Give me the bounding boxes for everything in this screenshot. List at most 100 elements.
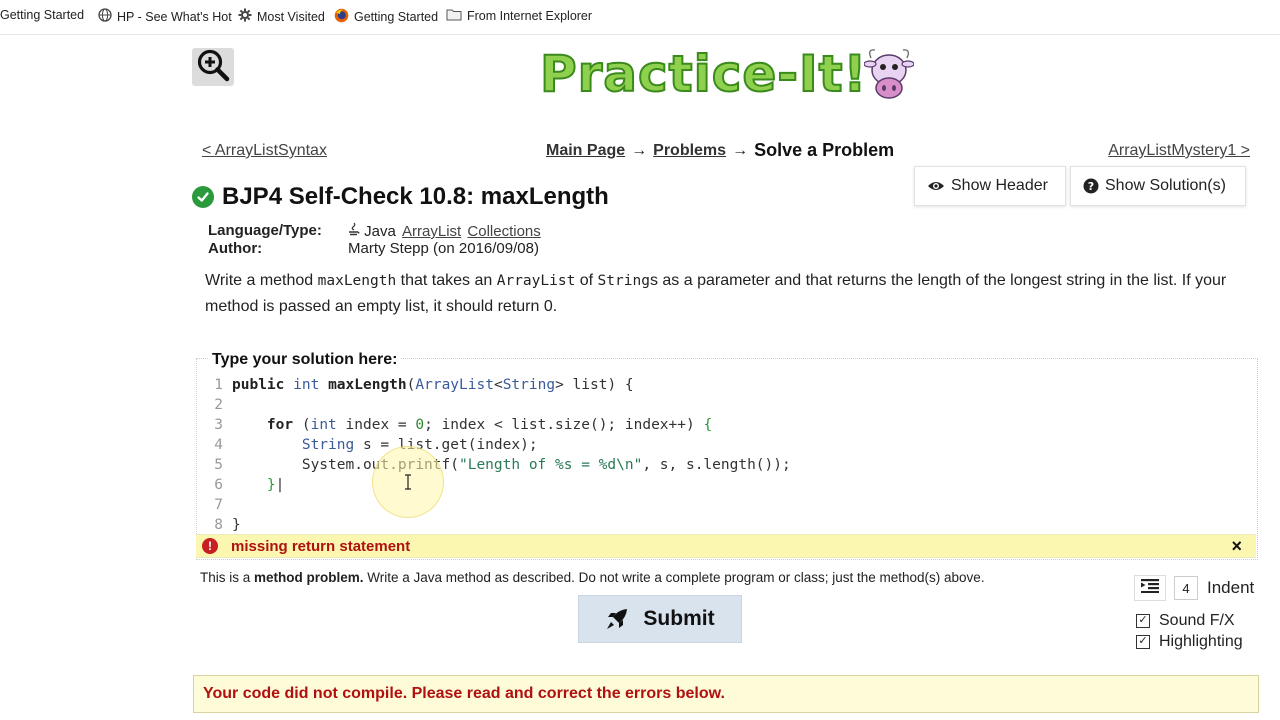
line-number: 3 bbox=[214, 417, 223, 433]
text-cursor-icon bbox=[404, 474, 412, 490]
language-name: Java bbox=[364, 223, 396, 240]
language-label: Language/Type: bbox=[208, 222, 322, 239]
show-header-label: Show Header bbox=[951, 177, 1048, 194]
submit-label: Submit bbox=[643, 607, 715, 630]
rocket-icon bbox=[605, 607, 629, 631]
code-text: String s = list.get(index); bbox=[301, 437, 538, 453]
problem-title: BJP4 Self-Check 10.8: maxLength bbox=[222, 183, 609, 210]
bookmark-label: Getting Started bbox=[354, 10, 439, 24]
problem-description: Write a method maxLength that takes an A… bbox=[205, 268, 1245, 320]
desc-text: that takes an bbox=[396, 272, 497, 289]
desc-code: String bbox=[597, 273, 650, 289]
bookmark-label: From Internet Explorer bbox=[467, 9, 593, 23]
solved-check-icon bbox=[192, 186, 214, 208]
firefox-icon bbox=[334, 8, 349, 26]
desc-text: Write a method bbox=[205, 272, 318, 289]
indent-label: Indent bbox=[1207, 578, 1255, 597]
bookmark-label: HP - See What's Hot bbox=[117, 9, 232, 24]
code-line[interactable]: 6 }| bbox=[197, 475, 1257, 495]
error-icon: ! bbox=[202, 538, 218, 554]
problem-title-row: BJP4 Self-Check 10.8: maxLength bbox=[192, 183, 609, 211]
bookmark-getting-started-2[interactable]: Getting Started bbox=[334, 8, 438, 26]
tag-collections-link[interactable]: Collections bbox=[467, 223, 540, 240]
compile-error-message: Your code did not compile. Please read a… bbox=[203, 685, 725, 702]
line-number: 7 bbox=[214, 497, 223, 513]
line-number: 5 bbox=[214, 457, 223, 473]
zoom-button[interactable] bbox=[192, 48, 234, 86]
line-number: 1 bbox=[214, 377, 223, 393]
bookmark-getting-started[interactable]: Getting Started bbox=[0, 8, 84, 22]
code-editor-panel: Type your solution here: 1 public int max… bbox=[196, 351, 1258, 560]
bookmarks-bar: Getting Started HP - See What's Hot Most… bbox=[0, 0, 1280, 35]
svg-text:?: ? bbox=[1088, 180, 1094, 193]
line-number: 8 bbox=[214, 517, 223, 533]
code-text: }| bbox=[266, 477, 285, 493]
code-text: for (int index = 0; index < list.size();… bbox=[266, 417, 713, 433]
code-text: public int maxLength(ArrayList<String> l… bbox=[232, 377, 634, 393]
next-problem-link[interactable]: ArrayListMystery1 > bbox=[1108, 142, 1250, 160]
error-bar: ! missing return statement × bbox=[196, 534, 1256, 558]
code-editor[interactable]: 1 public int maxLength(ArrayList<String> … bbox=[197, 375, 1257, 535]
bookmark-label: Most Visited bbox=[257, 9, 325, 24]
logo-text: Practice-It! bbox=[539, 44, 868, 104]
problems-link[interactable]: Problems bbox=[653, 142, 726, 160]
tag-arraylist-link[interactable]: ArrayList bbox=[402, 223, 461, 240]
sound-fx-toggle[interactable]: ✓ Sound F/X bbox=[1136, 610, 1243, 631]
error-message: missing return statement bbox=[231, 537, 411, 555]
bookmark-most-visited[interactable]: Most Visited bbox=[238, 8, 325, 25]
indent-icon bbox=[1141, 578, 1159, 598]
problem-meta: Language/Type: Java ArrayList Collection… bbox=[208, 222, 541, 258]
author-value: Marty Stepp (on 2016/09/08) bbox=[348, 240, 539, 257]
desc-code: maxLength bbox=[317, 273, 397, 289]
code-text: System.out.printf("Length of %s = %d\n",… bbox=[232, 457, 791, 473]
bookmark-hp[interactable]: HP - See What's Hot bbox=[98, 8, 232, 25]
zoom-in-icon bbox=[196, 48, 230, 87]
breadcrumb-arrow: → bbox=[732, 141, 749, 159]
code-line[interactable]: 1 public int maxLength(ArrayList<String> … bbox=[197, 375, 1257, 395]
highlighting-label: Highlighting bbox=[1159, 632, 1243, 650]
submit-button[interactable]: Submit bbox=[578, 595, 742, 643]
gear-icon bbox=[238, 8, 252, 25]
line-number: 4 bbox=[214, 437, 223, 453]
indent-size-input[interactable]: 4 bbox=[1174, 576, 1198, 600]
prev-problem-link[interactable]: < ArrayListSyntax bbox=[202, 142, 327, 160]
hint-text: Write a Java method as described. Do not… bbox=[363, 570, 985, 585]
author-label: Author: bbox=[208, 240, 263, 257]
indent-control: 4 Indent bbox=[1134, 575, 1254, 601]
highlighting-checkbox[interactable]: ✓ bbox=[1136, 634, 1150, 649]
editor-label: Type your solution here: bbox=[209, 351, 401, 369]
close-icon[interactable]: × bbox=[1231, 536, 1242, 557]
indent-button[interactable] bbox=[1134, 575, 1166, 601]
show-solutions-label: Show Solution(s) bbox=[1105, 177, 1226, 194]
code-line[interactable]: 8} bbox=[197, 515, 1257, 535]
line-number: 6 bbox=[214, 477, 223, 493]
bookmark-from-ie[interactable]: From Internet Explorer bbox=[446, 8, 592, 24]
show-solutions-button[interactable]: ? Show Solution(s) bbox=[1070, 166, 1246, 206]
breadcrumb-arrow: → bbox=[631, 141, 648, 159]
hint-text: This is a bbox=[200, 570, 255, 585]
problem-hint: This is a method problem. Write a Java m… bbox=[200, 570, 985, 585]
sound-fx-checkbox[interactable]: ✓ bbox=[1136, 613, 1150, 628]
code-line[interactable]: 7 bbox=[197, 495, 1257, 515]
code-line[interactable]: 4 String s = list.get(index); bbox=[197, 435, 1257, 455]
java-icon bbox=[348, 222, 364, 240]
breadcrumb-current: Solve a Problem bbox=[754, 140, 895, 160]
desc-text: of bbox=[575, 272, 598, 289]
question-circle-icon: ? bbox=[1083, 178, 1099, 194]
folder-icon bbox=[446, 8, 462, 24]
show-header-button[interactable]: Show Header bbox=[914, 166, 1066, 206]
code-line[interactable]: 3 for (int index = 0; index < list.size(… bbox=[197, 415, 1257, 435]
main-page-link[interactable]: Main Page bbox=[546, 142, 625, 160]
desc-code: ArrayList bbox=[496, 273, 576, 289]
compile-error-banner: Your code did not compile. Please read a… bbox=[193, 675, 1259, 713]
highlighting-toggle[interactable]: ✓ Highlighting bbox=[1136, 631, 1243, 652]
cow-mascot-icon bbox=[863, 46, 915, 109]
globe-icon bbox=[98, 8, 112, 25]
code-text: } bbox=[232, 517, 241, 533]
language-value: Java ArrayList Collections bbox=[348, 222, 541, 240]
breadcrumb: Main Page → Problems → Solve a Problem bbox=[546, 140, 894, 161]
eye-icon bbox=[927, 180, 945, 192]
practice-it-logo[interactable]: Practice-It! bbox=[536, 42, 916, 108]
code-line[interactable]: 5 System.out.printf("Length of %s = %d\n… bbox=[197, 455, 1257, 475]
code-line[interactable]: 2 bbox=[197, 395, 1257, 415]
